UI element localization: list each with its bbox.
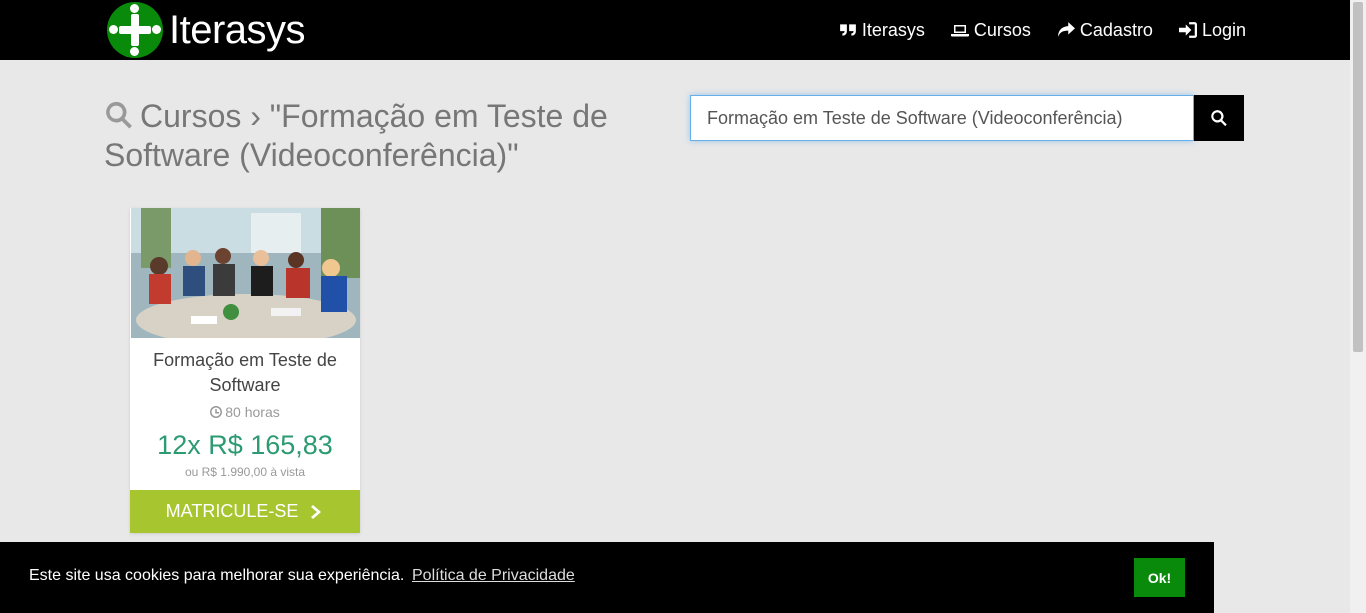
nav-item-label: Cursos xyxy=(973,19,1031,40)
cookie-ok-button[interactable]: Ok! xyxy=(1134,558,1185,597)
page-title: Cursos › "Formação em Teste de Software … xyxy=(104,98,664,173)
enroll-button[interactable]: MATRICULE-SE xyxy=(130,490,360,533)
search-form xyxy=(690,95,1244,141)
course-hours: 80 horas xyxy=(130,404,360,420)
nav-item-cursos[interactable]: Cursos xyxy=(950,19,1031,41)
search-icon xyxy=(104,100,134,137)
search-input[interactable] xyxy=(690,95,1194,141)
scrollbar-thumb[interactable] xyxy=(1353,2,1363,352)
course-price-note: ou R$ 1.990,00 à vista xyxy=(184,465,306,479)
clock-icon xyxy=(210,406,223,418)
course-price: 12x R$ 165,83 xyxy=(157,430,333,460)
sign-in-icon xyxy=(1178,22,1197,38)
privacy-policy-link[interactable]: Política de Privacidade xyxy=(412,567,575,585)
iterasys-logo-icon xyxy=(107,2,163,58)
course-hours-text: 80 horas xyxy=(225,404,280,420)
nav-item-label: Login xyxy=(1201,19,1246,40)
enroll-button-label: MATRICULE-SE xyxy=(165,501,299,521)
cookie-message: Este site usa cookies para melhorar sua … xyxy=(29,567,405,584)
chevron-right-icon xyxy=(311,504,322,519)
nav-item-cadastro[interactable]: Cadastro xyxy=(1057,20,1153,41)
search-button[interactable] xyxy=(1194,95,1244,141)
cookie-consent-bar: Este site usa cookies para melhorar sua … xyxy=(0,542,1214,613)
course-card[interactable]: Formação em Teste de Software 80 horas 1… xyxy=(130,208,360,533)
search-icon xyxy=(1211,110,1227,127)
laptop-icon xyxy=(950,25,969,37)
nav-item-login[interactable]: Login xyxy=(1178,19,1246,41)
quote-icon xyxy=(839,24,856,36)
nav-menu: Iterasys Cursos Cadastro Login xyxy=(839,0,1246,60)
nav-item-label: Iterasys xyxy=(861,19,925,40)
course-title[interactable]: Formação em Teste de Software xyxy=(130,348,360,398)
page-title-text: Cursos › "Formação em Teste de Software … xyxy=(104,98,608,173)
brand-logo-link[interactable]: Iterasys xyxy=(107,2,306,58)
course-image[interactable] xyxy=(131,208,360,338)
nav-item-label: Cadastro xyxy=(1079,19,1153,40)
nav-item-iterasys[interactable]: Iterasys xyxy=(839,20,925,41)
brand-name: Iterasys xyxy=(169,7,306,52)
page-scrollbar[interactable] xyxy=(1350,0,1366,613)
share-arrow-icon xyxy=(1058,22,1075,37)
top-navbar: Iterasys Iterasys Cursos Cadastro Login xyxy=(0,0,1350,60)
